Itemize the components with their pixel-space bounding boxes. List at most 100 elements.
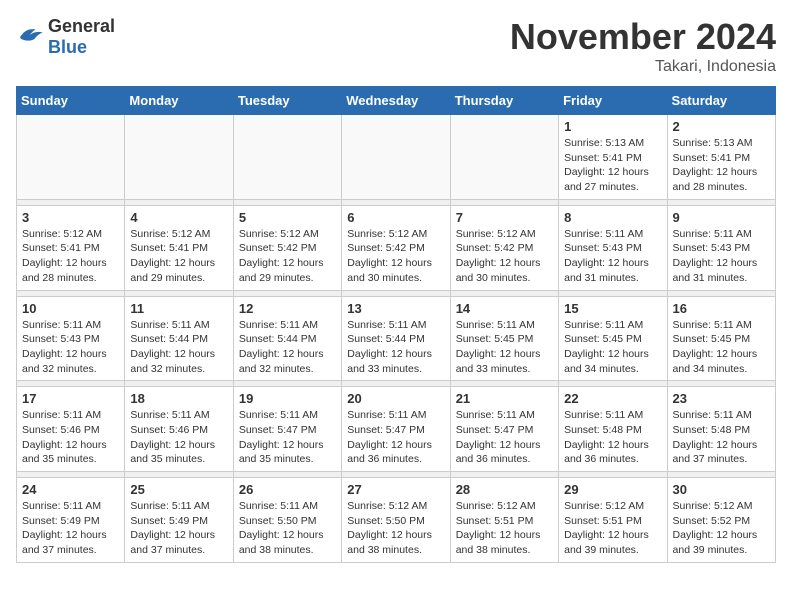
day-info: Sunrise: 5:11 AM Sunset: 5:46 PM Dayligh… [130, 408, 227, 467]
day-number: 5 [239, 210, 336, 225]
calendar-cell [450, 115, 558, 200]
day-number: 4 [130, 210, 227, 225]
day-info: Sunrise: 5:12 AM Sunset: 5:42 PM Dayligh… [456, 227, 553, 286]
calendar-header-thursday: Thursday [450, 87, 558, 115]
day-info: Sunrise: 5:12 AM Sunset: 5:41 PM Dayligh… [130, 227, 227, 286]
day-number: 3 [22, 210, 119, 225]
day-info: Sunrise: 5:12 AM Sunset: 5:42 PM Dayligh… [347, 227, 444, 286]
day-info: Sunrise: 5:11 AM Sunset: 5:47 PM Dayligh… [239, 408, 336, 467]
day-info: Sunrise: 5:11 AM Sunset: 5:49 PM Dayligh… [130, 499, 227, 558]
day-info: Sunrise: 5:11 AM Sunset: 5:48 PM Dayligh… [673, 408, 770, 467]
day-number: 15 [564, 301, 661, 316]
calendar-header-wednesday: Wednesday [342, 87, 450, 115]
calendar-header-tuesday: Tuesday [233, 87, 341, 115]
day-number: 20 [347, 391, 444, 406]
day-info: Sunrise: 5:11 AM Sunset: 5:47 PM Dayligh… [456, 408, 553, 467]
logo-text-general: General [48, 16, 115, 36]
calendar-header-sunday: Sunday [17, 87, 125, 115]
day-number: 13 [347, 301, 444, 316]
calendar: SundayMondayTuesdayWednesdayThursdayFrid… [16, 86, 776, 563]
calendar-header-friday: Friday [559, 87, 667, 115]
day-number: 29 [564, 482, 661, 497]
day-info: Sunrise: 5:11 AM Sunset: 5:43 PM Dayligh… [673, 227, 770, 286]
calendar-cell: 21 Sunrise: 5:11 AM Sunset: 5:47 PM Dayli… [450, 387, 558, 472]
calendar-week-row: 17 Sunrise: 5:11 AM Sunset: 5:46 PM Dayli… [17, 387, 776, 472]
day-number: 2 [673, 119, 770, 134]
day-number: 19 [239, 391, 336, 406]
calendar-cell: 30Sunrise: 5:12 AM Sunset: 5:52 PM Dayli… [667, 478, 775, 563]
calendar-week-row: 24 Sunrise: 5:11 AM Sunset: 5:49 PM Dayli… [17, 478, 776, 563]
calendar-cell: 6 Sunrise: 5:12 AM Sunset: 5:42 PM Daylig… [342, 205, 450, 290]
calendar-week-row: 10 Sunrise: 5:11 AM Sunset: 5:43 PM Dayli… [17, 296, 776, 381]
day-info: Sunrise: 5:11 AM Sunset: 5:44 PM Dayligh… [347, 318, 444, 377]
day-number: 1 [564, 119, 661, 134]
calendar-cell: 29 Sunrise: 5:12 AM Sunset: 5:51 PM Dayli… [559, 478, 667, 563]
day-info: Sunrise: 5:12 AM Sunset: 5:52 PM Dayligh… [673, 499, 770, 558]
calendar-cell: 19 Sunrise: 5:11 AM Sunset: 5:47 PM Dayli… [233, 387, 341, 472]
calendar-cell: 10 Sunrise: 5:11 AM Sunset: 5:43 PM Dayli… [17, 296, 125, 381]
location: Takari, Indonesia [510, 58, 776, 76]
calendar-cell: 12Sunrise: 5:11 AM Sunset: 5:44 PM Dayli… [233, 296, 341, 381]
day-number: 10 [22, 301, 119, 316]
calendar-cell: 11Sunrise: 5:11 AM Sunset: 5:44 PM Dayli… [125, 296, 233, 381]
header: General Blue November 2024 Takari, Indon… [16, 16, 776, 76]
calendar-cell [17, 115, 125, 200]
day-number: 11 [130, 301, 227, 316]
title-area: November 2024 Takari, Indonesia [510, 16, 776, 76]
calendar-cell: 15 Sunrise: 5:11 AM Sunset: 5:45 PM Dayli… [559, 296, 667, 381]
day-info: Sunrise: 5:12 AM Sunset: 5:41 PM Dayligh… [22, 227, 119, 286]
day-number: 7 [456, 210, 553, 225]
day-number: 8 [564, 210, 661, 225]
logo: General Blue [16, 16, 115, 58]
calendar-cell: 26 Sunrise: 5:11 AM Sunset: 5:50 PM Dayli… [233, 478, 341, 563]
day-number: 24 [22, 482, 119, 497]
calendar-cell: 23 Sunrise: 5:11 AM Sunset: 5:48 PM Dayli… [667, 387, 775, 472]
day-number: 21 [456, 391, 553, 406]
day-number: 25 [130, 482, 227, 497]
calendar-cell: 20Sunrise: 5:11 AM Sunset: 5:47 PM Dayli… [342, 387, 450, 472]
logo-text-blue: Blue [48, 37, 87, 57]
day-number: 22 [564, 391, 661, 406]
calendar-cell [342, 115, 450, 200]
day-number: 6 [347, 210, 444, 225]
calendar-cell: 27Sunrise: 5:12 AM Sunset: 5:50 PM Dayli… [342, 478, 450, 563]
calendar-cell: 7 Sunrise: 5:12 AM Sunset: 5:42 PM Daylig… [450, 205, 558, 290]
logo-bird-icon [16, 25, 44, 45]
calendar-cell: 3 Sunrise: 5:12 AM Sunset: 5:41 PM Daylig… [17, 205, 125, 290]
day-info: Sunrise: 5:12 AM Sunset: 5:51 PM Dayligh… [564, 499, 661, 558]
day-info: Sunrise: 5:12 AM Sunset: 5:42 PM Dayligh… [239, 227, 336, 286]
calendar-cell: 24Sunrise: 5:11 AM Sunset: 5:49 PM Dayli… [17, 478, 125, 563]
day-number: 23 [673, 391, 770, 406]
calendar-cell: 8 Sunrise: 5:11 AM Sunset: 5:43 PM Daylig… [559, 205, 667, 290]
calendar-cell: 22 Sunrise: 5:11 AM Sunset: 5:48 PM Dayli… [559, 387, 667, 472]
day-info: Sunrise: 5:11 AM Sunset: 5:44 PM Dayligh… [239, 318, 336, 377]
calendar-cell: 5 Sunrise: 5:12 AM Sunset: 5:42 PM Daylig… [233, 205, 341, 290]
calendar-week-row: 3 Sunrise: 5:12 AM Sunset: 5:41 PM Daylig… [17, 205, 776, 290]
day-info: Sunrise: 5:11 AM Sunset: 5:46 PM Dayligh… [22, 408, 119, 467]
calendar-cell: 13 Sunrise: 5:11 AM Sunset: 5:44 PM Dayli… [342, 296, 450, 381]
day-number: 28 [456, 482, 553, 497]
day-number: 26 [239, 482, 336, 497]
calendar-header-saturday: Saturday [667, 87, 775, 115]
day-number: 17 [22, 391, 119, 406]
day-info: Sunrise: 5:12 AM Sunset: 5:51 PM Dayligh… [456, 499, 553, 558]
day-info: Sunrise: 5:11 AM Sunset: 5:45 PM Dayligh… [456, 318, 553, 377]
calendar-cell: 28 Sunrise: 5:12 AM Sunset: 5:51 PM Dayli… [450, 478, 558, 563]
day-info: Sunrise: 5:11 AM Sunset: 5:45 PM Dayligh… [673, 318, 770, 377]
day-number: 18 [130, 391, 227, 406]
calendar-cell [233, 115, 341, 200]
day-info: Sunrise: 5:11 AM Sunset: 5:45 PM Dayligh… [564, 318, 661, 377]
day-info: Sunrise: 5:11 AM Sunset: 5:43 PM Dayligh… [22, 318, 119, 377]
calendar-cell: 9Sunrise: 5:11 AM Sunset: 5:43 PM Daylig… [667, 205, 775, 290]
day-info: Sunrise: 5:11 AM Sunset: 5:48 PM Dayligh… [564, 408, 661, 467]
calendar-cell: 17 Sunrise: 5:11 AM Sunset: 5:46 PM Dayli… [17, 387, 125, 472]
day-number: 16 [673, 301, 770, 316]
day-info: Sunrise: 5:12 AM Sunset: 5:50 PM Dayligh… [347, 499, 444, 558]
calendar-cell: 16 Sunrise: 5:11 AM Sunset: 5:45 PM Dayli… [667, 296, 775, 381]
day-info: Sunrise: 5:13 AM Sunset: 5:41 PM Dayligh… [673, 136, 770, 195]
calendar-cell: 4 Sunrise: 5:12 AM Sunset: 5:41 PM Daylig… [125, 205, 233, 290]
calendar-cell: 18 Sunrise: 5:11 AM Sunset: 5:46 PM Dayli… [125, 387, 233, 472]
day-info: Sunrise: 5:11 AM Sunset: 5:50 PM Dayligh… [239, 499, 336, 558]
day-info: Sunrise: 5:11 AM Sunset: 5:43 PM Dayligh… [564, 227, 661, 286]
calendar-cell [125, 115, 233, 200]
